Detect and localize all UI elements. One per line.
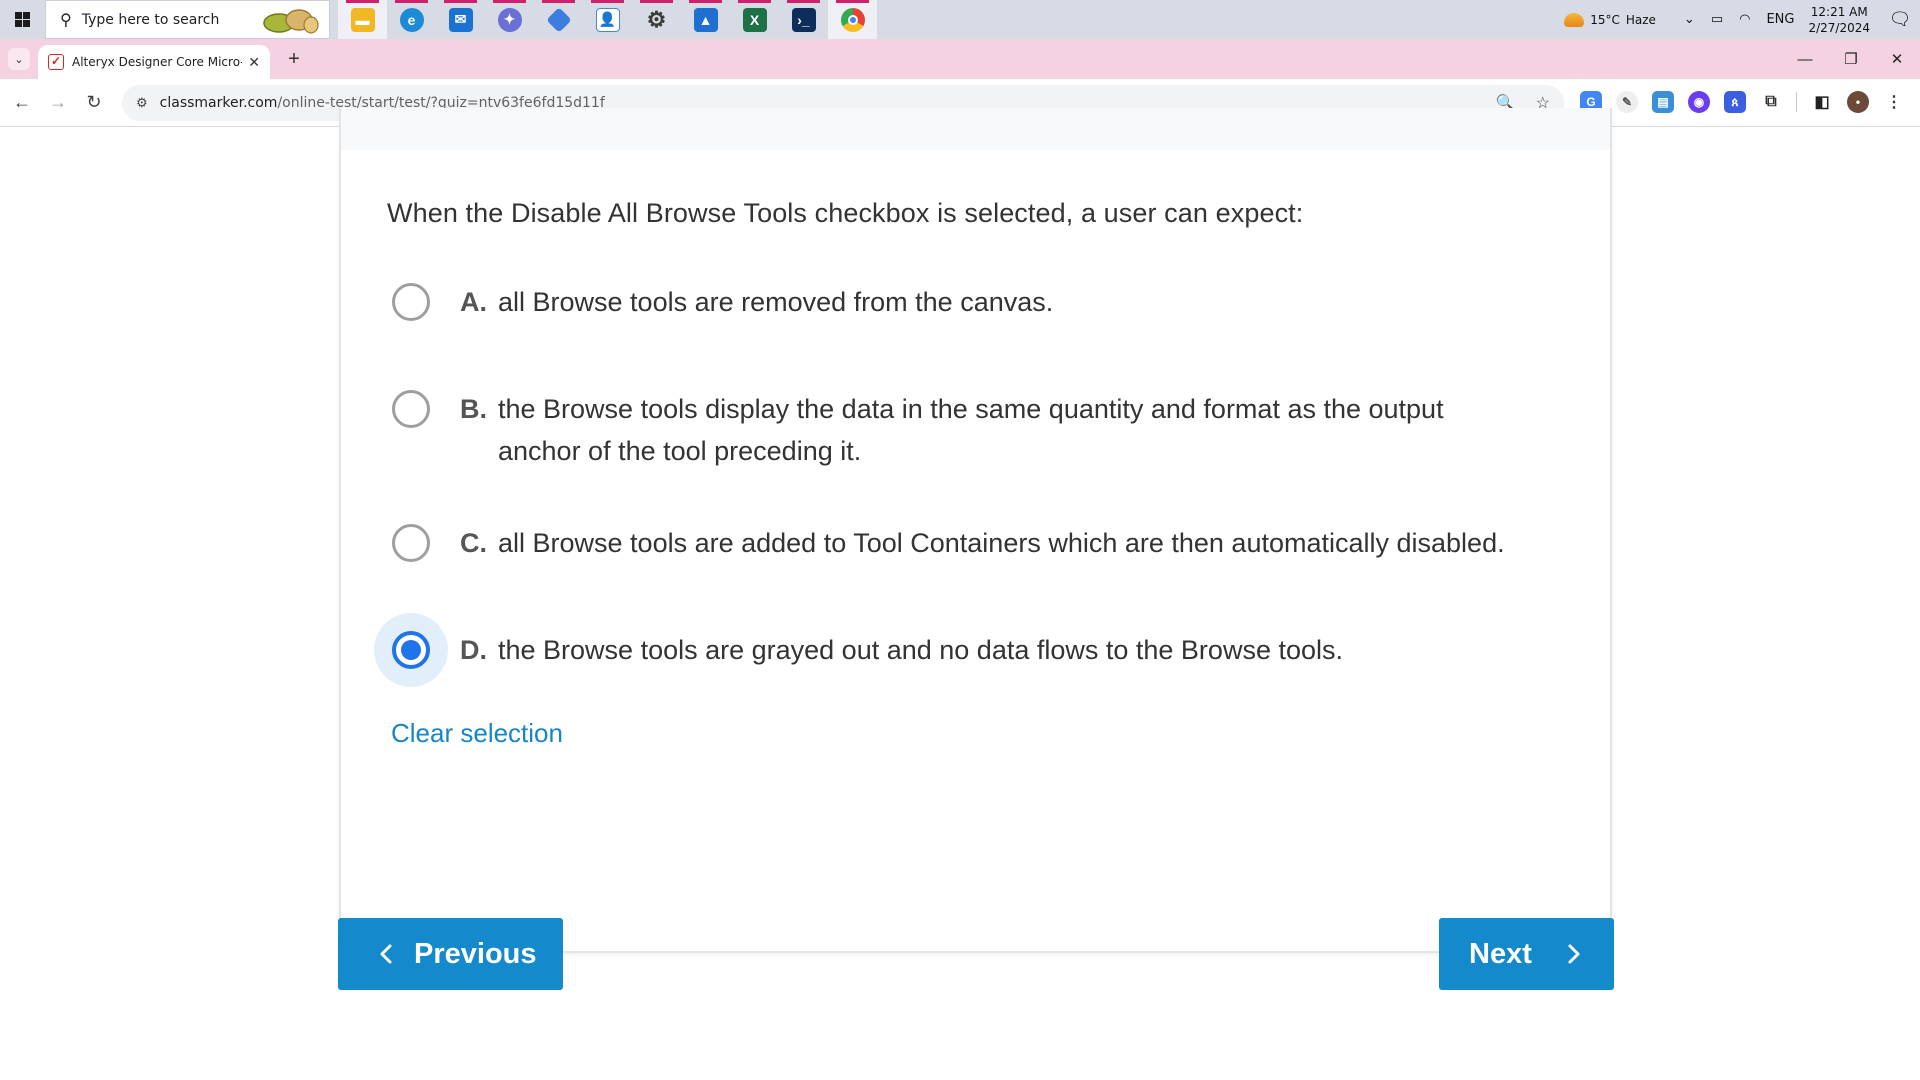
pistachio-doodle-icon [263,9,319,34]
printer-extension-icon[interactable]: ▤ [1652,91,1674,113]
clock-date: 2/27/2024 [1808,20,1870,35]
notification-icon[interactable]: 🗨 [1880,9,1920,30]
answer-b-radio[interactable] [374,372,448,446]
chevron-right-icon [1556,936,1592,972]
question-text: When the Disable All Browse Tools checkb… [387,198,1304,228]
windows-logo-icon [15,12,30,27]
taskbar-app-contacts[interactable]: 👤 [583,0,632,39]
radio-circle-icon [392,390,430,428]
extensions-puzzle-icon[interactable]: ⧉ [1760,91,1782,113]
weather-temperature: 15°C [1590,12,1620,27]
close-window-icon[interactable]: ✕ [1874,39,1920,79]
reload-icon[interactable]: ↻ [76,85,112,121]
answer-letter: B. [460,394,487,424]
edge-icon: e [399,7,424,32]
wifi-icon[interactable]: ◠ [1739,12,1750,27]
previous-label: Previous [414,937,537,970]
taskbar-app-edge[interactable]: e [387,0,436,39]
site-info-icon[interactable]: ⚙ [136,95,148,111]
chevron-up-icon[interactable]: ⌄ [1684,12,1695,27]
answer-text: all Browse tools are added to Tool Conta… [498,528,1505,558]
restore-icon[interactable]: ❐ [1828,39,1874,79]
answer-letter: D. [460,635,487,665]
settings-gear-icon: ⚙ [646,6,667,32]
side-panel-icon[interactable]: ◧ [1811,91,1833,113]
copilot-icon: ✦ [497,7,522,32]
answer-option-d[interactable]: D. the Browse tools are grayed out and n… [374,613,1594,687]
clear-selection-link[interactable]: Clear selection [391,718,563,749]
taskbar-app-chrome[interactable] [828,0,877,39]
previous-button[interactable]: Previous [338,918,563,990]
mail-icon: ✉ [448,7,473,32]
taskbar-search-placeholder: Type here to search [81,11,220,28]
start-button[interactable] [0,0,45,39]
violet-extension-icon[interactable]: ◉ [1688,91,1710,113]
taskbar-app-settings[interactable]: ⚙ [632,0,681,39]
clock-time: 12:21 AM [1810,4,1868,19]
tab-title: Alteryx Designer Core Micro-Cr [72,55,242,69]
taskbar-app-excel[interactable]: X [730,0,779,39]
answer-a-radio[interactable] [374,265,448,339]
taskbar-app-copilot[interactable]: ✦ [485,0,534,39]
battery-icon[interactable]: ▭ [1711,12,1723,27]
contacts-icon: 👤 [595,7,620,32]
answer-letter: C. [460,528,487,558]
url-host: classmarker.com [159,95,278,111]
back-arrow-icon[interactable]: ← [4,85,40,121]
taskbar-pinned-apps: ▬ e ✉ ✦ 👤 ⚙ ▲ X ›_ [338,0,877,39]
blue-people-extension-icon[interactable]: ጰ [1724,91,1746,113]
tab-alteryx-quiz[interactable]: ✓ Alteryx Designer Core Micro-Cr ✕ [38,45,270,79]
answer-text: all Browse tools are removed from the ca… [498,287,1054,317]
language-indicator[interactable]: ENG [1766,12,1794,27]
answer-option-a[interactable]: A. all Browse tools are removed from the… [374,265,1594,339]
forward-arrow-icon[interactable]: → [40,85,76,121]
next-label: Next [1469,937,1532,970]
taskbar-app-powershell[interactable]: ›_ [779,0,828,39]
card-header-band [341,108,1610,150]
weather-widget[interactable]: 15°C Haze [1564,12,1656,27]
toolbar-separator [1796,92,1797,112]
extension-icons: G ✎ ▤ ◉ ጰ ⧉ ◧ • ⋮ [1580,91,1905,113]
file-explorer-icon: ▬ [350,7,375,32]
minimize-icon[interactable]: — [1782,39,1828,79]
answer-option-c[interactable]: C. all Browse tools are added to Tool Co… [374,506,1594,580]
tab-search-chevron-icon[interactable]: ⌄ [8,48,30,70]
next-button[interactable]: Next [1439,918,1614,990]
radio-selected-icon [392,631,430,669]
teams-icon [545,6,572,33]
profile-avatar[interactable]: • [1847,91,1869,113]
browser-tab-strip: ⌄ ✓ Alteryx Designer Core Micro-Cr ✕ + —… [0,39,1920,79]
taskbar-app-file-explorer[interactable]: ▬ [338,0,387,39]
radio-circle-icon [392,283,430,321]
answer-text: the Browse tools are grayed out and no d… [498,635,1343,665]
taskbar-app-photos[interactable]: ▲ [681,0,730,39]
weather-condition: Haze [1625,12,1656,27]
tab-close-icon[interactable]: ✕ [248,54,260,71]
taskbar-app-teams[interactable] [534,0,583,39]
window-controls: — ❐ ✕ [1782,39,1920,79]
new-tab-plus-icon[interactable]: + [282,47,306,71]
answer-text: the Browse tools display the data in the… [498,394,1444,466]
system-tray: 15°C Haze ⌄ ▭ ◠ ENG 12:21 AM 2/27/2024 🗨 [1564,0,1920,39]
photos-icon: ▲ [693,7,718,32]
weather-haze-icon [1564,12,1585,27]
system-clock[interactable]: 12:21 AM 2/27/2024 [1808,4,1870,36]
pen-extension-icon[interactable]: ✎ [1616,91,1638,113]
taskbar-app-mail[interactable]: ✉ [436,0,485,39]
windows-taskbar: ⚲ Type here to search ▬ e ✉ ✦ 👤 ⚙ ▲ X ›_… [0,0,1920,39]
chrome-menu-kebab-icon[interactable]: ⋮ [1883,91,1905,113]
chevron-left-icon [368,936,404,972]
classmarker-favicon-icon: ✓ [48,54,64,70]
chrome-icon [840,7,865,32]
answer-d-radio[interactable] [374,613,448,687]
answer-letter: A. [460,287,487,317]
powershell-icon: ›_ [791,7,816,32]
answer-option-b[interactable]: B. the Browse tools display the data in … [374,372,1504,472]
answer-c-radio[interactable] [374,506,448,580]
search-icon: ⚲ [60,11,72,29]
excel-icon: X [742,7,767,32]
taskbar-search-box[interactable]: ⚲ Type here to search [45,0,330,39]
radio-circle-icon [392,524,430,562]
quiz-page: When the Disable All Browse Tools checkb… [0,108,1920,1080]
